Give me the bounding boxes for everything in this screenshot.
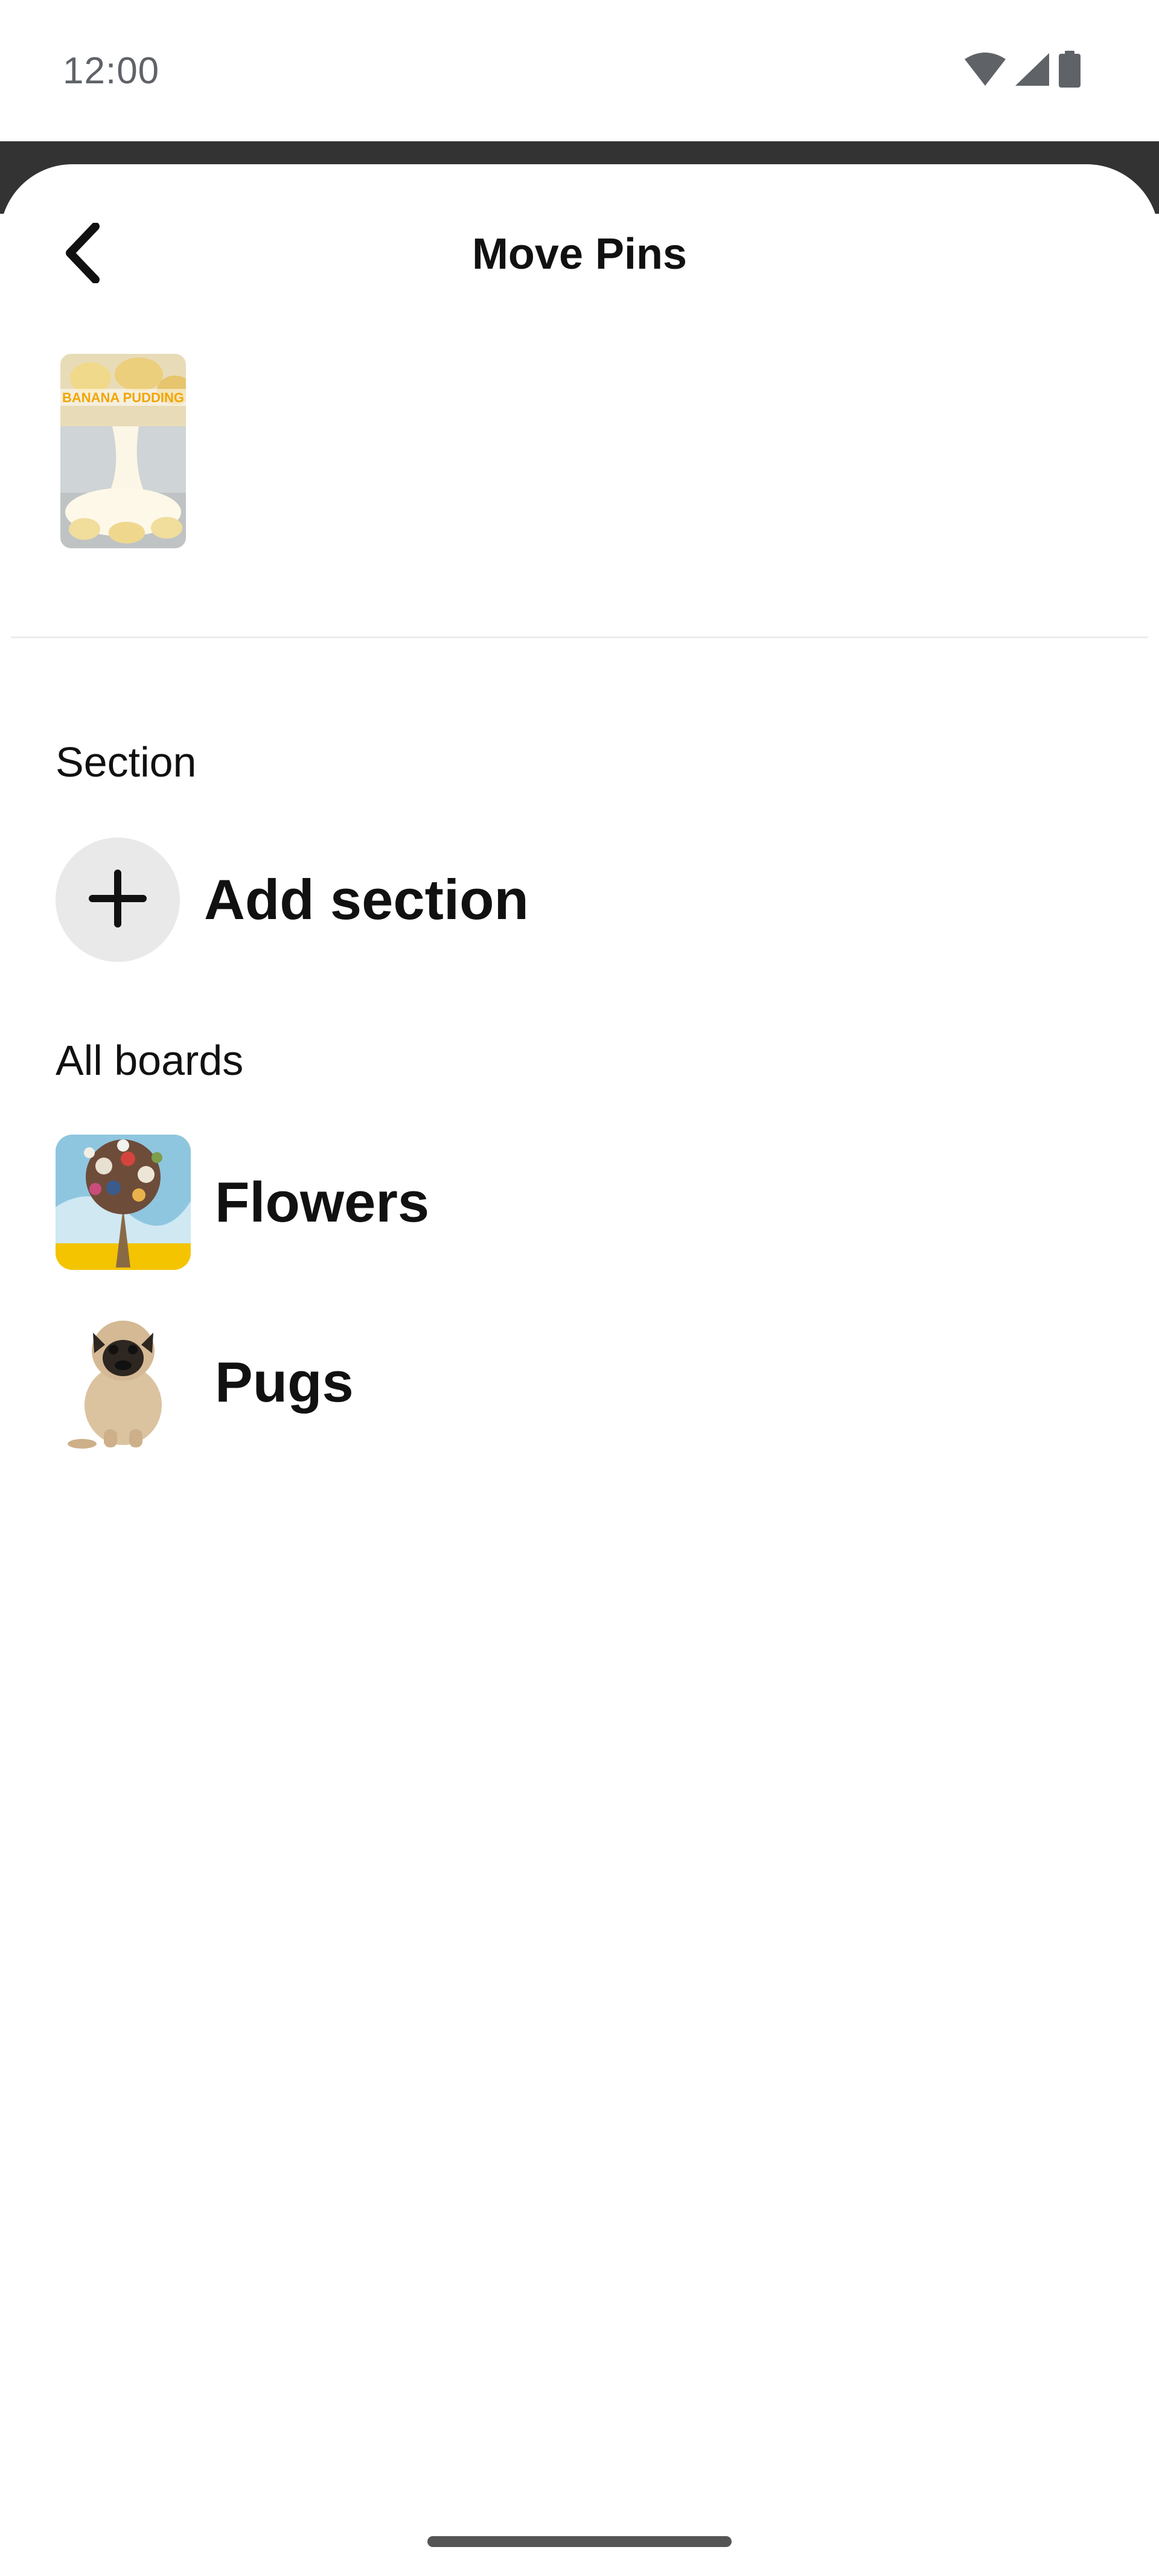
board-item-pugs[interactable]: Pugs (56, 1314, 354, 1450)
board-thumbnail (56, 1135, 191, 1270)
wifi-icon (963, 52, 1007, 90)
home-indicator[interactable] (427, 2536, 732, 2547)
selected-pin-thumbnail: BANANA PUDDING (60, 354, 186, 548)
status-bar: 12:00 (0, 0, 1159, 141)
add-section-label: Add section (204, 868, 529, 931)
add-section-button[interactable]: Add section (56, 837, 529, 963)
status-time: 12:00 (63, 50, 160, 92)
add-section-circle[interactable] (56, 838, 180, 962)
all-boards-heading: All boards (56, 1037, 244, 1084)
battery-icon (1058, 51, 1082, 91)
divider (11, 636, 1148, 638)
board-label: Flowers (215, 1170, 430, 1234)
status-icons (963, 51, 1082, 91)
svg-text:BANANA PUDDING: BANANA PUDDING (62, 390, 184, 405)
pug-dog-image (56, 1315, 191, 1450)
plus-icon (89, 869, 147, 931)
flowers-bouquet-image (56, 1135, 191, 1270)
board-item-flowers[interactable]: Flowers (56, 1134, 429, 1270)
board-thumbnail (56, 1315, 191, 1450)
banana-pudding-image: BANANA PUDDING (60, 354, 186, 548)
board-label: Pugs (215, 1350, 354, 1414)
section-heading: Section (56, 739, 197, 786)
page-title: Move Pins (471, 230, 688, 278)
cellular-signal-icon (1014, 52, 1050, 90)
